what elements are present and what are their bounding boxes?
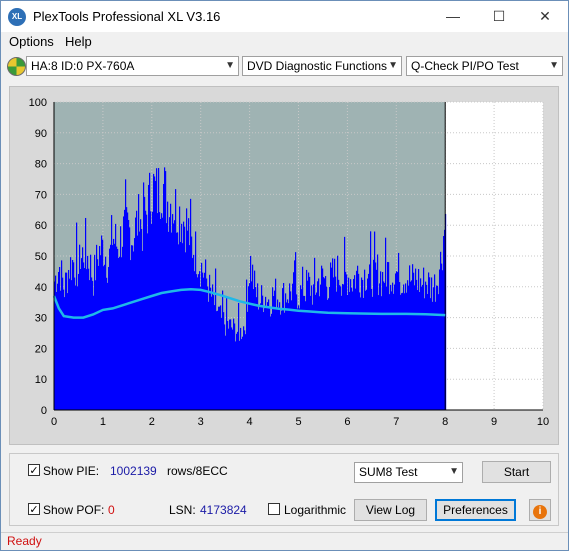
- y-tick-label: 100: [29, 97, 47, 109]
- drive-icon: [7, 57, 26, 76]
- y-tick-label: 30: [35, 313, 47, 325]
- y-tick-label: 60: [35, 220, 47, 232]
- drive-select-value: HA:8 ID:0 PX-760A: [31, 59, 135, 73]
- chevron-down-icon: ▼: [549, 60, 559, 71]
- x-tick-label: 8: [442, 416, 448, 428]
- chevron-down-icon: ▼: [388, 60, 398, 71]
- chevron-down-icon: ▼: [449, 466, 459, 477]
- app-window: XL PlexTools Professional XL V3.16 — ☐ ✕…: [0, 0, 569, 551]
- y-tick-label: 90: [35, 128, 47, 140]
- status-text: Ready: [7, 534, 42, 548]
- x-tick-label: 5: [295, 416, 301, 428]
- lsn-value: 4173824: [200, 503, 247, 517]
- y-tick-label: 40: [35, 282, 47, 294]
- x-tick-label: 6: [344, 416, 350, 428]
- show-pie-label: Show PIE:: [43, 464, 100, 478]
- preferences-button[interactable]: Preferences: [435, 499, 516, 521]
- menu-help[interactable]: Help: [65, 34, 92, 49]
- show-pof-label: Show POF:: [43, 503, 105, 517]
- y-tick-label: 0: [41, 405, 47, 417]
- menu-options[interactable]: Options: [9, 34, 54, 49]
- test-select[interactable]: Q-Check PI/PO Test ▼: [406, 56, 563, 76]
- x-tick-label: 7: [393, 416, 399, 428]
- function-select[interactable]: DVD Diagnostic Functions ▼: [242, 56, 402, 76]
- menu-bar: Options Help: [1, 32, 568, 52]
- view-log-button[interactable]: View Log: [354, 499, 427, 521]
- drive-select[interactable]: HA:8 ID:0 PX-760A ▼: [26, 56, 239, 76]
- x-tick-label: 10: [537, 416, 549, 428]
- y-tick-label: 10: [35, 374, 47, 386]
- sum-test-select-value: SUM8 Test: [359, 465, 418, 479]
- y-tick-label: 70: [35, 189, 47, 201]
- function-select-value: DVD Diagnostic Functions: [247, 59, 388, 73]
- lsn-label: LSN:: [169, 503, 196, 517]
- pie-value: 1002139: [110, 464, 157, 478]
- sum-test-select[interactable]: SUM8 Test ▼: [354, 462, 463, 483]
- x-tick-label: 4: [247, 416, 253, 428]
- toolbar: HA:8 ID:0 PX-760A ▼ DVD Diagnostic Funct…: [1, 54, 568, 80]
- x-tick-label: 0: [51, 416, 57, 428]
- start-button[interactable]: Start: [482, 461, 551, 483]
- show-pof-checkbox[interactable]: ✓: [28, 503, 40, 516]
- x-tick-label: 9: [491, 416, 497, 428]
- x-tick-label: 1: [100, 416, 106, 428]
- pof-value: 0: [108, 503, 115, 517]
- app-logo-icon: XL: [8, 8, 26, 26]
- controls-panel: ✓ Show PIE: 1002139 rows/8ECC SUM8 Test …: [9, 453, 559, 526]
- x-tick-label: 3: [198, 416, 204, 428]
- chart-panel: 0 1 2 3 4 5 6 7 8 9 10 0 10 20 30 40 50 60 70 80 90 100: [9, 86, 559, 445]
- show-pie-checkbox[interactable]: ✓: [28, 464, 40, 477]
- minimize-button[interactable]: —: [430, 1, 476, 32]
- pi-chart: 0 1 2 3 4 5 6 7 8 9 100102030405060708090100: [29, 97, 549, 428]
- status-bar: Ready: [1, 532, 568, 551]
- x-tick-label: 2: [149, 416, 155, 428]
- chevron-down-icon: ▼: [225, 60, 235, 71]
- title-bar: XL PlexTools Professional XL V3.16 — ☐ ✕: [1, 1, 568, 32]
- info-button[interactable]: i: [529, 499, 551, 521]
- logarithmic-checkbox[interactable]: [268, 503, 280, 515]
- y-tick-label: 80: [35, 159, 47, 171]
- y-tick-label: 50: [35, 251, 47, 263]
- info-icon: i: [533, 505, 547, 519]
- maximize-button[interactable]: ☐: [476, 1, 522, 32]
- window-title: PlexTools Professional XL V3.16: [33, 9, 221, 24]
- y-tick-label: 20: [35, 343, 47, 355]
- close-button[interactable]: ✕: [522, 1, 568, 32]
- test-select-value: Q-Check PI/PO Test: [411, 59, 519, 73]
- rows-label: rows/8ECC: [167, 464, 228, 478]
- logarithmic-label: Logarithmic: [284, 503, 347, 517]
